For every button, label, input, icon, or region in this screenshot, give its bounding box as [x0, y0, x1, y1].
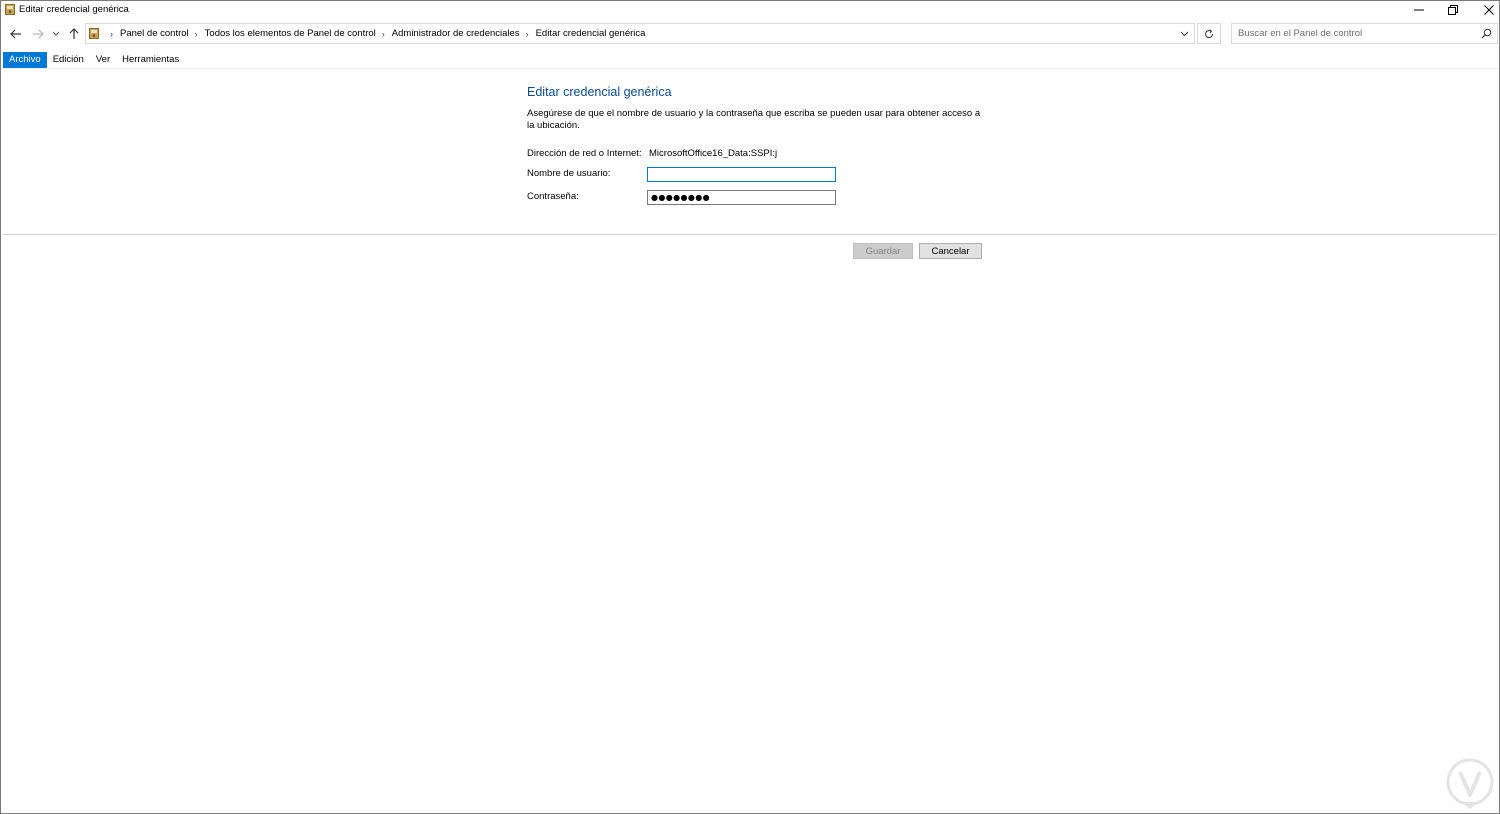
menu-herramientas[interactable]: Herramientas [116, 52, 185, 68]
menu-edicion[interactable]: Edición [47, 52, 90, 68]
title-bar: Editar credencial genérica [1, 1, 1499, 19]
button-divider [3, 234, 1497, 235]
recent-locations-button[interactable] [51, 27, 61, 41]
close-button[interactable] [1471, 1, 1500, 19]
search-icon[interactable] [1481, 28, 1492, 39]
menu-divider [1, 68, 1499, 69]
credential-manager-icon [5, 4, 15, 15]
address-box[interactable]: › Panel de control › Todos los elementos… [85, 23, 1195, 44]
menu-ver[interactable]: Ver [90, 52, 116, 68]
address-dropdown-button[interactable] [1178, 28, 1190, 40]
breadcrumb-editar-credencial[interactable]: Editar credencial genérica [536, 28, 646, 39]
navigation-bar: › Panel de control › Todos los elementos… [1, 21, 1499, 47]
username-label: Nombre de usuario: [527, 168, 611, 179]
save-button[interactable]: Guardar [853, 243, 913, 259]
refresh-button[interactable] [1197, 23, 1221, 44]
control-panel-icon [89, 28, 99, 39]
password-label: Contraseña: [527, 191, 579, 202]
minimize-button[interactable] [1401, 1, 1437, 19]
address-label: Dirección de red o Internet: [527, 148, 642, 159]
window-title: Editar credencial genérica [19, 4, 129, 15]
forward-button[interactable] [31, 27, 45, 41]
password-mask: ●●●●●●●● [651, 193, 711, 202]
page-title: Editar credencial genérica [527, 85, 672, 99]
breadcrumb-separator-icon[interactable]: › [382, 29, 385, 39]
menu-bar: Archivo Edición Ver Herramientas [1, 52, 1499, 68]
watermark-logo-icon [1446, 758, 1494, 809]
restore-icon [1448, 5, 1458, 15]
menu-archivo[interactable]: Archivo [3, 52, 47, 68]
refresh-icon [1205, 28, 1214, 38]
username-field[interactable] [647, 167, 836, 182]
search-box[interactable] [1231, 23, 1498, 44]
cancel-button[interactable]: Cancelar [919, 243, 982, 259]
chevron-down-icon [52, 31, 60, 36]
back-button[interactable] [9, 27, 23, 41]
search-input[interactable] [1232, 24, 1472, 43]
address-value: MicrosoftOffice16_Data:SSPI:j [649, 148, 778, 159]
back-arrow-icon [10, 29, 21, 39]
close-icon [1484, 5, 1494, 15]
form-description: Asegúrese de que el nombre de usuario y … [527, 108, 981, 131]
breadcrumb-panel-de-control[interactable]: Panel de control [120, 28, 189, 39]
forward-arrow-icon [33, 29, 44, 39]
credential-window: Editar credencial genérica › Panel de co… [0, 0, 1500, 814]
up-arrow-icon [69, 28, 79, 39]
chevron-down-icon [1180, 31, 1188, 37]
up-button[interactable] [67, 27, 81, 41]
breadcrumb-separator-icon[interactable]: › [195, 29, 198, 39]
password-field[interactable]: ●●●●●●●● [647, 190, 836, 205]
restore-button[interactable] [1435, 1, 1471, 19]
minimize-icon [1414, 9, 1424, 11]
breadcrumb-separator-icon: › [110, 28, 113, 39]
breadcrumb: › Panel de control › Todos los elementos… [104, 24, 645, 43]
breadcrumb-todos-los-elementos[interactable]: Todos los elementos de Panel de control [205, 28, 376, 39]
breadcrumb-administrador-de-credenciales[interactable]: Administrador de credenciales [392, 28, 520, 39]
breadcrumb-separator-icon[interactable]: › [526, 29, 529, 39]
